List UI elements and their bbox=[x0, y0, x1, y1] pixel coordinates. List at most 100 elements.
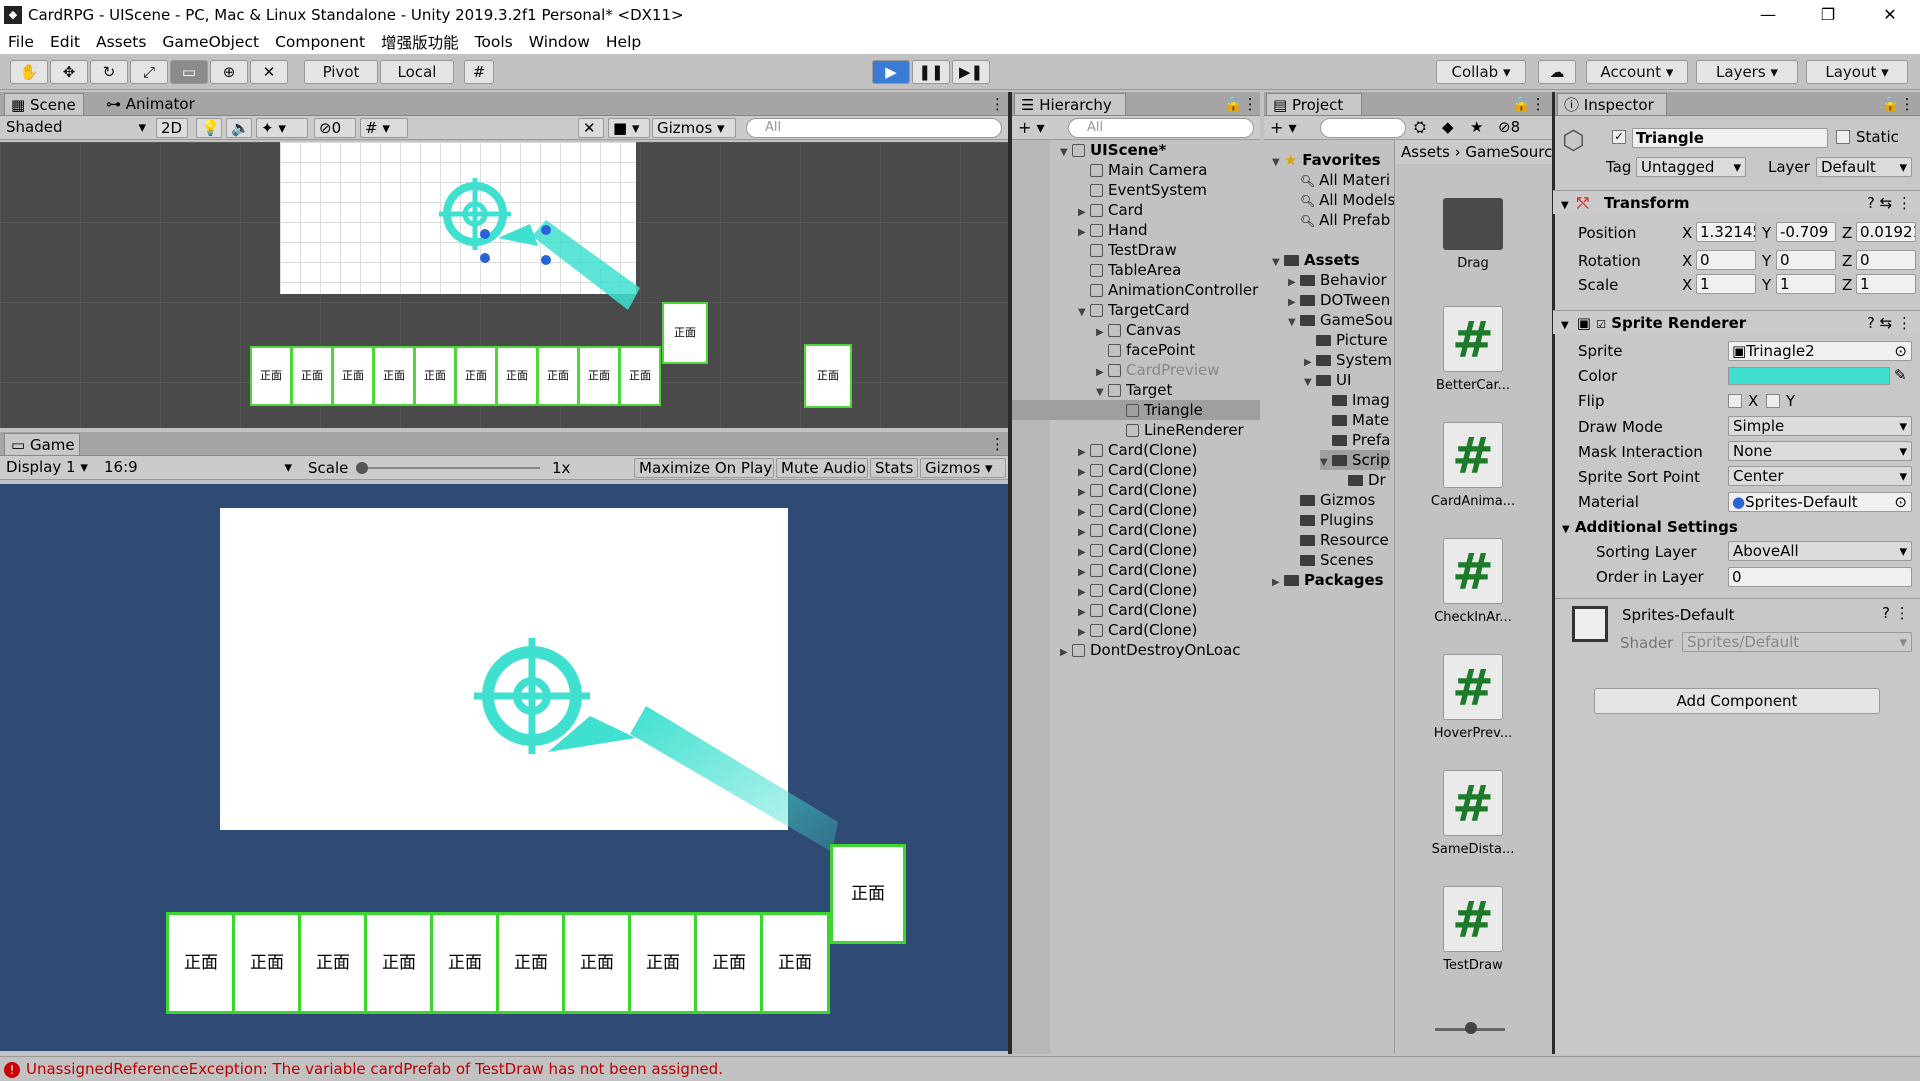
game-hand-card[interactable]: 正面 bbox=[562, 912, 632, 1014]
rot-x-field[interactable]: 0 bbox=[1696, 250, 1756, 270]
object-picker-icon[interactable]: ⊙ bbox=[1894, 342, 1907, 360]
project-tree-item[interactable]: Dr bbox=[1336, 470, 1386, 490]
rot-z-field[interactable]: 0 bbox=[1856, 250, 1916, 270]
scl-x-field[interactable]: 1 bbox=[1696, 274, 1756, 294]
hierarchy-item[interactable]: ▶ Card(Clone) bbox=[1078, 500, 1197, 520]
flip-x-checkbox[interactable] bbox=[1728, 394, 1742, 408]
hierarchy-item[interactable]: ▶ Hand bbox=[1078, 220, 1148, 240]
hierarchy-item[interactable]: ▶ Card(Clone) bbox=[1078, 480, 1197, 500]
order-in-layer-field[interactable]: 0 bbox=[1728, 567, 1912, 587]
hierarchy-item[interactable]: ▼ TargetCard bbox=[1078, 300, 1190, 320]
menu-window[interactable]: Window bbox=[521, 33, 598, 51]
scene-menu-icon[interactable]: ⋮ bbox=[984, 93, 1005, 115]
play-button[interactable]: ▶ bbox=[872, 60, 910, 84]
object-picker-icon[interactable]: ⊙ bbox=[1894, 493, 1907, 511]
game-menu-icon[interactable]: ⋮ bbox=[984, 433, 1005, 455]
transform-header[interactable]: ▼ ⤲ Transform ? ⇆ ⋮ bbox=[1553, 190, 1920, 214]
scale-slider[interactable] bbox=[360, 467, 540, 469]
hierarchy-item[interactable]: AnimationController bbox=[1078, 280, 1258, 300]
inspector-lock-icon[interactable]: 🔒⋮ bbox=[1875, 93, 1919, 115]
scale-slider-handle[interactable] bbox=[356, 462, 368, 474]
effects-icon[interactable]: ✦ ▾ bbox=[256, 118, 308, 138]
foldout-expanded-icon[interactable]: ▼ bbox=[1272, 153, 1284, 173]
audio-icon[interactable]: 🔈 bbox=[226, 118, 252, 138]
hierarchy-search-input[interactable]: All bbox=[1068, 118, 1254, 138]
hierarchy-item[interactable]: TestDraw bbox=[1078, 240, 1177, 260]
layers-dropdown[interactable]: Layers ▾ bbox=[1696, 60, 1798, 84]
hierarchy-lock-icon[interactable]: 🔒⋮ bbox=[1218, 93, 1258, 115]
menu-assets[interactable]: Assets bbox=[88, 33, 154, 51]
enabled-checkbox[interactable]: ☑ bbox=[1596, 318, 1606, 331]
menu-edit[interactable]: Edit bbox=[42, 33, 88, 51]
step-button[interactable]: ▶❚ bbox=[952, 60, 990, 84]
project-tree-item[interactable]: Gizmos bbox=[1288, 490, 1375, 510]
local-button[interactable]: Local bbox=[380, 60, 454, 84]
hierarchy-add-icon[interactable]: + ▾ bbox=[1018, 118, 1045, 137]
icon-size-slider-handle[interactable] bbox=[1465, 1022, 1477, 1034]
object-name-field[interactable]: Triangle bbox=[1632, 128, 1828, 148]
project-tree-item[interactable]: ▼ Assets bbox=[1272, 250, 1360, 270]
lighting-icon[interactable]: 💡 bbox=[196, 118, 222, 138]
asset-folder-drag[interactable]: Drag bbox=[1418, 190, 1528, 271]
hierarchy-item[interactable]: ▶ Card(Clone) bbox=[1078, 540, 1197, 560]
material-menu-icon[interactable]: ? ⋮ bbox=[1882, 604, 1910, 622]
component-menu-icon[interactable]: ? ⇆ ⋮ bbox=[1867, 311, 1912, 335]
asset-script[interactable]: # HoverPrev... bbox=[1418, 654, 1528, 741]
project-tree-item[interactable]: Mate bbox=[1320, 410, 1389, 430]
project-tree-item[interactable]: ▶ DOTween bbox=[1288, 290, 1390, 310]
foldout-expanded-icon[interactable]: ▼ bbox=[1060, 143, 1072, 163]
hierarchy-item[interactable]: ▶ Card(Clone) bbox=[1078, 520, 1197, 540]
breadcrumb-gamesource[interactable]: GameSourc bbox=[1465, 143, 1552, 161]
foldout-collapsed-icon[interactable]: ▶ bbox=[1060, 643, 1072, 663]
foldout-expanded-icon[interactable]: ▼ bbox=[1078, 303, 1090, 323]
game-hand-card[interactable]: 正面 bbox=[364, 912, 434, 1014]
game-viewport[interactable]: 正面 正面 正面 正面 正面 正面 正面 正面 正面 正面 正面 bbox=[0, 484, 1008, 1051]
layer-dropdown[interactable]: Default ▾ bbox=[1816, 157, 1912, 177]
color-swatch[interactable] bbox=[1728, 367, 1890, 385]
project-tree-item[interactable]: Picture bbox=[1304, 330, 1388, 350]
project-tree-item[interactable]: 🔍︎ All Materi bbox=[1288, 170, 1390, 190]
hierarchy-item[interactable]: Main Camera bbox=[1078, 160, 1207, 180]
tab-project[interactable]: ▤ Project bbox=[1266, 93, 1362, 115]
breadcrumb-assets[interactable]: Assets bbox=[1401, 143, 1450, 161]
hierarchy-item[interactable]: ▶ Card(Clone) bbox=[1078, 440, 1197, 460]
game-hand-card[interactable]: 正面 bbox=[628, 912, 698, 1014]
project-add-icon[interactable]: + ▾ bbox=[1270, 118, 1297, 137]
game-hand-card[interactable]: 正面 bbox=[694, 912, 764, 1014]
project-tree-item[interactable]: 🔍︎ All Models bbox=[1288, 190, 1395, 210]
hidden-objects-toggle[interactable]: ⊘0 bbox=[314, 118, 356, 138]
foldout-expanded-icon[interactable]: ▼ bbox=[1320, 453, 1332, 473]
static-checkbox[interactable] bbox=[1836, 130, 1850, 144]
game-hand-card[interactable]: 正面 bbox=[298, 912, 368, 1014]
mute-audio-toggle[interactable]: Mute Audio bbox=[776, 458, 868, 478]
active-checkbox[interactable]: ✓ bbox=[1612, 130, 1626, 144]
sprite-renderer-header[interactable]: ▼ ▣ ☑ Sprite Renderer ? ⇆ ⋮ bbox=[1553, 310, 1920, 334]
tag-dropdown[interactable]: Untagged ▾ bbox=[1636, 157, 1746, 177]
rotate-tool-icon[interactable]: ↻ bbox=[90, 60, 128, 84]
asset-script[interactable]: # CheckInAr... bbox=[1418, 538, 1528, 625]
menu-gameobject[interactable]: GameObject bbox=[154, 33, 267, 51]
scl-z-field[interactable]: 1 bbox=[1856, 274, 1916, 294]
hierarchy-item[interactable]: ▶ Card(Clone) bbox=[1078, 460, 1197, 480]
sprite-field[interactable]: ▣Trinagle2 ⊙ bbox=[1728, 341, 1912, 361]
additional-settings-foldout[interactable]: ▼ Additional Settings bbox=[1562, 518, 1738, 536]
add-component-button[interactable]: Add Component bbox=[1594, 688, 1880, 714]
stats-toggle[interactable]: Stats bbox=[870, 458, 918, 478]
filter-label-icon[interactable]: ◆ bbox=[1442, 118, 1454, 136]
collab-button[interactable]: Collab ▾ bbox=[1436, 60, 1526, 84]
project-search-input[interactable] bbox=[1320, 118, 1406, 138]
component-menu-icon[interactable]: ? ⇆ ⋮ bbox=[1867, 191, 1912, 215]
game-hand-card[interactable]: 正面 bbox=[232, 912, 302, 1014]
game-hand-card[interactable]: 正面 bbox=[760, 912, 830, 1014]
project-tree-item[interactable]: Resource bbox=[1288, 530, 1389, 550]
tab-animator[interactable]: ⊶ Animator bbox=[100, 93, 200, 115]
shader-dropdown[interactable]: Sprites/Default ▾ bbox=[1682, 632, 1912, 652]
custom-tool-icon[interactable]: ✕ bbox=[250, 60, 288, 84]
project-tree-item[interactable]: ▼ GameSou bbox=[1288, 310, 1393, 330]
hierarchy-item[interactable]: ▶ Card(Clone) bbox=[1078, 560, 1197, 580]
mask-interaction-dropdown[interactable]: None ▾ bbox=[1728, 441, 1912, 461]
foldout-collapsed-icon[interactable]: ▶ bbox=[1272, 573, 1284, 593]
menu-component[interactable]: Component bbox=[267, 33, 373, 51]
hierarchy-item[interactable]: ▶ Card bbox=[1078, 200, 1143, 220]
grid-icon[interactable]: # ▾ bbox=[360, 118, 408, 138]
